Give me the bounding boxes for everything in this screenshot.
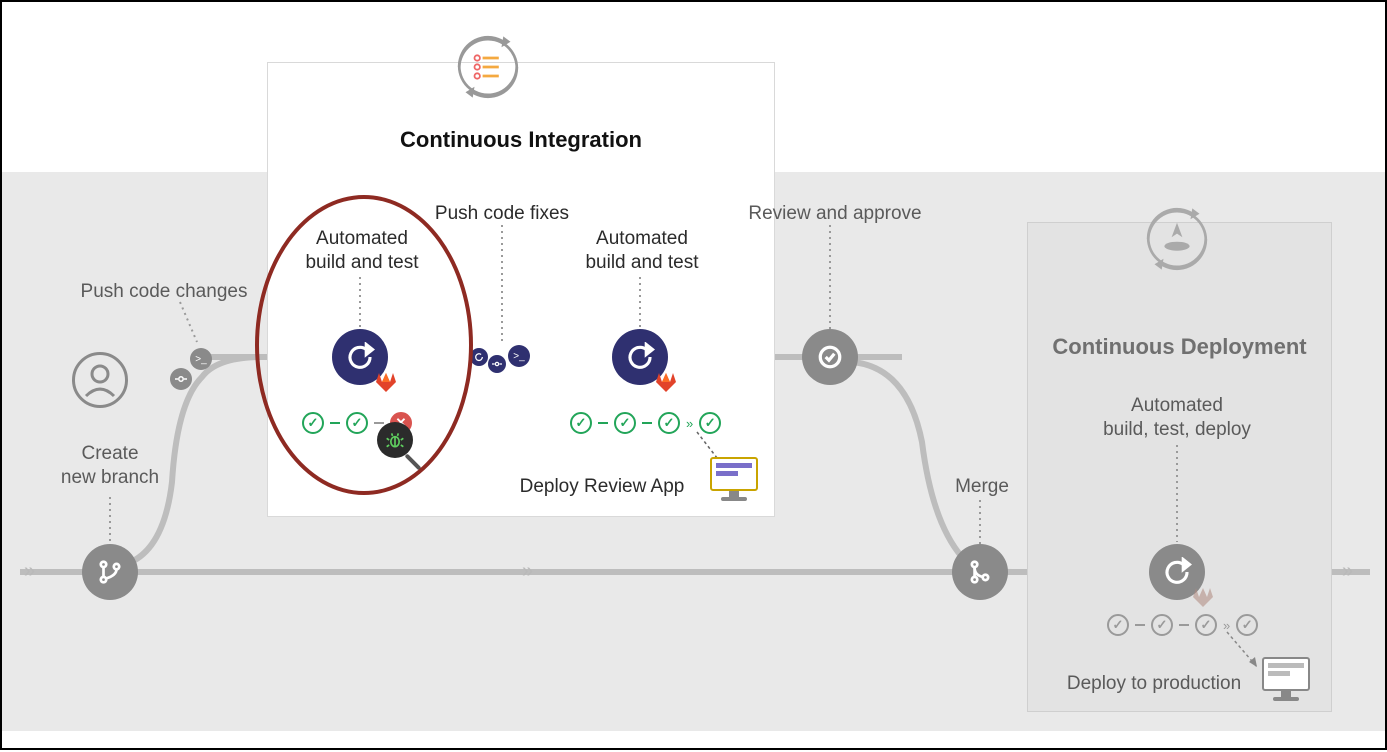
- highlight-ellipse: [255, 195, 473, 495]
- status-pass-icon: ✓: [614, 412, 636, 434]
- branch-node: [82, 544, 138, 600]
- pipeline-cd: ✓ ✓ ✓ » ✓: [1107, 614, 1258, 636]
- commit-icon: [170, 368, 192, 390]
- computer-icon: [710, 457, 758, 501]
- status-pass-icon: ✓: [699, 412, 721, 434]
- leader-lines: [2, 2, 1387, 752]
- approve-node: [802, 329, 858, 385]
- terminal-icon: >_: [508, 345, 530, 367]
- gitlab-logo-icon: [1191, 585, 1215, 609]
- computer-icon: [1262, 657, 1310, 701]
- terminal-icon: >_: [190, 348, 212, 370]
- gitlab-logo-icon: [654, 370, 678, 394]
- pipeline-2: ✓ ✓ ✓ » ✓: [570, 412, 721, 434]
- merge-node: [952, 544, 1008, 600]
- person-icon: [72, 352, 128, 408]
- commit-icon: [488, 355, 506, 373]
- status-pass-icon: ✓: [1236, 614, 1258, 636]
- status-pass-icon: ✓: [1107, 614, 1129, 636]
- status-pass-icon: ✓: [570, 412, 592, 434]
- status-pass-icon: ✓: [1151, 614, 1173, 636]
- status-pass-icon: ✓: [658, 412, 680, 434]
- status-pass-icon: ✓: [1195, 614, 1217, 636]
